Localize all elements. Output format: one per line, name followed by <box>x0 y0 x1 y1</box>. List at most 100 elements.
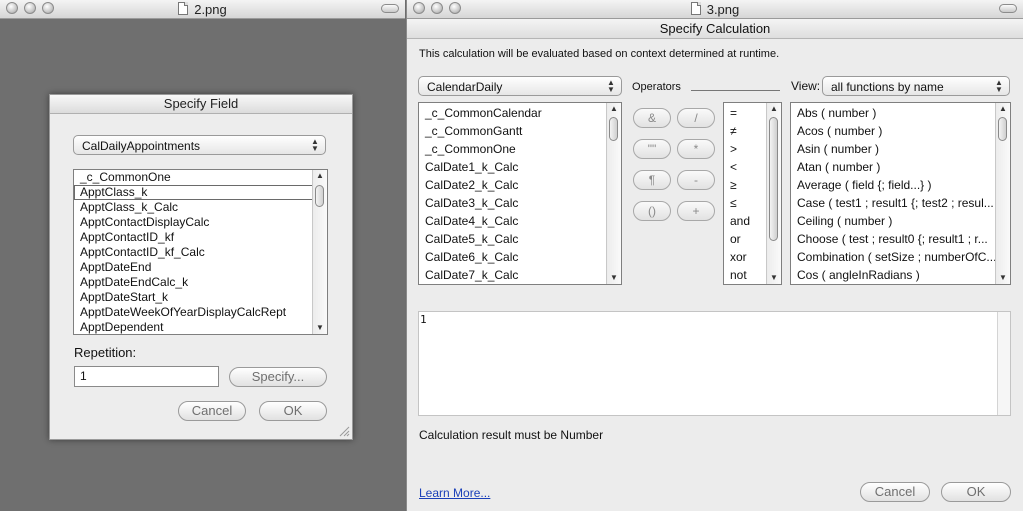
comparison-list-scrollbar[interactable]: ▲ ▼ <box>766 103 781 284</box>
field-list-item[interactable]: ApptContactID_kf <box>74 230 327 245</box>
field-list-item[interactable]: ApptDateStart_k <box>74 290 327 305</box>
specify-field-dialog: Specify Field CalDailyAppointments ▲ ▼ _c… <box>49 94 353 440</box>
scroll-up-arrow-icon[interactable]: ▲ <box>607 103 621 115</box>
specify-calc-title: Specify Calculation <box>659 21 771 36</box>
calc-field-list-item[interactable]: _c_CommonCalendar <box>419 104 621 122</box>
scroll-down-arrow-icon[interactable]: ▼ <box>607 272 621 284</box>
functions-list[interactable]: Abs ( number ) Acos ( number ) Asin ( numb… <box>790 102 1011 285</box>
field-list-item[interactable]: ApptContactID_kf_Calc <box>74 245 327 260</box>
field-list-item[interactable]: ApptContactDisplayCalc <box>74 215 327 230</box>
right-window-title: 3.png <box>407 2 1023 17</box>
learn-more-link[interactable]: Learn More... <box>419 486 490 500</box>
scroll-up-arrow-icon[interactable]: ▲ <box>996 103 1010 115</box>
scroll-up-arrow-icon[interactable]: ▲ <box>767 103 781 115</box>
scroll-up-arrow-icon[interactable]: ▲ <box>313 170 327 182</box>
operator-pilcrow-button[interactable]: ¶ <box>633 170 671 190</box>
table-popup[interactable]: CalDailyAppointments ▲ ▼ <box>73 135 326 155</box>
field-list[interactable]: _c_CommonOne ApptClass_k ApptClass_k_Calc A… <box>73 169 328 335</box>
field-list-scrollbar[interactable]: ▲ ▼ <box>312 170 327 334</box>
function-list-item[interactable]: Ceiling ( number ) <box>791 212 1010 230</box>
toolbar-toggle-button[interactable] <box>999 4 1017 13</box>
calc-field-list-item[interactable]: CalDate2_k_Calc <box>419 176 621 194</box>
functions-list-scrollbar[interactable]: ▲ ▼ <box>995 103 1010 284</box>
left-titlebar: 2.png <box>0 0 405 19</box>
popup-arrows-icon: ▲ ▼ <box>607 78 615 94</box>
calc-field-list-item[interactable]: _c_CommonGantt <box>419 122 621 140</box>
operator-divide-button[interactable]: / <box>677 108 715 128</box>
function-list-item[interactable]: Abs ( number ) <box>791 104 1010 122</box>
operators-label: Operators <box>632 81 681 93</box>
document-icon <box>690 2 701 15</box>
field-list-item[interactable]: ApptDateEndCalc_k <box>74 275 327 290</box>
operator-subtract-button[interactable]: - <box>677 170 715 190</box>
operators-divider <box>691 90 780 91</box>
function-list-item[interactable]: Acos ( number ) <box>791 122 1010 140</box>
operator-concat-button[interactable]: & <box>633 108 671 128</box>
right-titlebar: 3.png <box>407 0 1023 19</box>
right-window: 3.png Specify Calculation This calculati… <box>406 0 1023 511</box>
left-window-title: 2.png <box>0 2 405 17</box>
table-popup-value: CalDailyAppointments <box>82 139 201 153</box>
formula-scrollbar[interactable] <box>997 312 1010 415</box>
calc-field-list-item[interactable]: CalDate3_k_Calc <box>419 194 621 212</box>
ok-button[interactable]: OK <box>259 401 327 421</box>
calc-field-list-item[interactable]: _c_CommonOne <box>419 140 621 158</box>
comparison-operators-list[interactable]: = ≠ > < ≥ ≤ and or xor not ▲ ▼ <box>723 102 782 285</box>
calc-field-list-item[interactable]: CalDate4_k_Calc <box>419 212 621 230</box>
field-list-item[interactable]: ApptDependent <box>74 320 327 334</box>
calc-field-list[interactable]: _c_CommonCalendar _c_CommonGantt _c_Common… <box>418 102 622 285</box>
repetition-label: Repetition: <box>74 345 137 360</box>
repetition-input[interactable]: 1 <box>74 366 219 387</box>
operator-parentheses-button[interactable]: () <box>633 201 671 221</box>
specify-field-title: Specify Field <box>50 95 352 114</box>
toolbar-toggle-button[interactable] <box>381 4 399 13</box>
function-list-item[interactable]: Cos ( angleInRadians ) <box>791 266 1010 284</box>
function-list-item[interactable]: Atan ( number ) <box>791 158 1010 176</box>
calc-field-list-item[interactable]: CalDate5_k_Calc <box>419 230 621 248</box>
field-list-item[interactable]: ApptDateWeekOfYearDisplayCalcRept <box>74 305 327 320</box>
operator-quote-button[interactable]: "" <box>633 139 671 159</box>
calc-field-list-scrollbar[interactable]: ▲ ▼ <box>606 103 621 284</box>
operator-multiply-button[interactable]: * <box>677 139 715 159</box>
view-popup[interactable]: all functions by name ▲ ▼ <box>822 76 1010 96</box>
left-window: 2.png Specify Field CalDailyAppointments… <box>0 0 405 511</box>
formula-text: 1 <box>420 313 427 326</box>
scroll-down-arrow-icon[interactable]: ▼ <box>313 322 327 334</box>
view-popup-value: all functions by name <box>831 80 944 94</box>
function-list-item[interactable]: Case ( test1 ; result1 {; test2 ; resul.… <box>791 194 1010 212</box>
function-list-item[interactable]: Average ( field {; field...} ) <box>791 176 1010 194</box>
field-list-item[interactable]: _c_CommonOne <box>74 170 327 185</box>
calc-table-popup[interactable]: CalendarDaily ▲ ▼ <box>418 76 622 96</box>
popup-arrows-icon: ▲ ▼ <box>311 137 319 153</box>
scroll-down-arrow-icon[interactable]: ▼ <box>767 272 781 284</box>
popup-arrows-icon: ▲ ▼ <box>995 78 1003 94</box>
field-list-item[interactable]: ApptClass_k_Calc <box>74 200 327 215</box>
specify-button[interactable]: Specify... <box>229 367 327 387</box>
function-list-item[interactable]: Choose ( test ; result0 {; result1 ; r..… <box>791 230 1010 248</box>
left-window-title-text: 2.png <box>194 2 227 17</box>
context-text: This calculation will be evaluated based… <box>419 48 780 60</box>
specify-calc-title-bar: Specify Calculation <box>407 19 1023 39</box>
calc-ok-button[interactable]: OK <box>941 482 1011 502</box>
scroll-thumb[interactable] <box>315 185 324 207</box>
result-type-text: Calculation result must be Number <box>419 428 604 442</box>
calc-field-list-item[interactable]: CalDate7_k_Calc <box>419 266 621 284</box>
function-list-item[interactable]: Combination ( setSize ; numberOfC... <box>791 248 1010 266</box>
scroll-thumb[interactable] <box>998 117 1007 141</box>
scroll-down-arrow-icon[interactable]: ▼ <box>996 272 1010 284</box>
scroll-thumb[interactable] <box>769 117 778 241</box>
scroll-thumb[interactable] <box>609 117 618 141</box>
field-list-item[interactable]: ApptClass_k <box>74 185 327 200</box>
calc-cancel-button[interactable]: Cancel <box>860 482 930 502</box>
operator-add-button[interactable]: + <box>677 201 715 221</box>
calc-field-list-item[interactable]: CalDate6_k_Calc <box>419 248 621 266</box>
calc-table-popup-value: CalendarDaily <box>427 80 503 94</box>
right-window-title-text: 3.png <box>706 2 740 17</box>
resize-grip-icon[interactable] <box>338 425 350 437</box>
calc-field-list-item[interactable]: CalDate1_k_Calc <box>419 158 621 176</box>
cancel-button[interactable]: Cancel <box>178 401 246 421</box>
function-list-item[interactable]: Asin ( number ) <box>791 140 1010 158</box>
view-label: View: <box>791 79 821 93</box>
formula-editor[interactable]: 1 <box>418 311 1011 416</box>
field-list-item[interactable]: ApptDateEnd <box>74 260 327 275</box>
